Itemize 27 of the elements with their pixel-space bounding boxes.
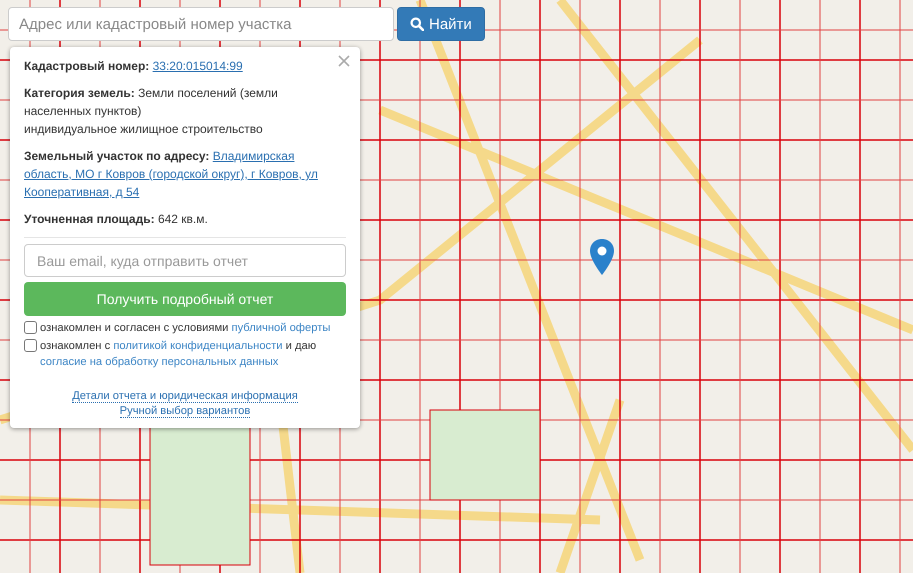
search-icon xyxy=(410,17,424,31)
search-field[interactable]: Адрес или кадастровый номер участка xyxy=(8,7,394,41)
consent-text: ознакомлен с политикой конфиденциальности и даю согласие на обработку персональных данных xyxy=(40,339,318,370)
consent-link[interactable]: политикой конфиденциальности xyxy=(113,340,283,352)
field-label: Земельный участок по адресу: xyxy=(24,149,210,163)
field-label: Уточненная площадь: xyxy=(24,212,155,226)
footer-link[interactable]: Детали отчета и юридическая информация xyxy=(72,390,298,403)
close-icon[interactable] xyxy=(338,55,350,67)
footer-link[interactable]: Ручной выбор вариантов xyxy=(120,405,250,418)
consent-checkbox[interactable] xyxy=(24,321,37,334)
map-marker-icon[interactable] xyxy=(590,239,614,275)
field-link[interactable]: область, МО г Ковров (городской округ), г Ковров, ул xyxy=(24,167,318,181)
field-label: Кадастровый номер: xyxy=(24,59,150,73)
field-value: Земли поселений (земли xyxy=(138,86,278,100)
field-label: Категория земель: xyxy=(24,86,135,100)
consent-link[interactable]: публичной оферты xyxy=(232,322,330,334)
search-button[interactable]: Найти xyxy=(397,7,485,41)
consent-text: ознакомлен и согласен с условиями публичной оферты xyxy=(40,321,330,336)
field-link[interactable]: Кооперативная, д 54 xyxy=(24,185,140,199)
field-value: 642 кв.м. xyxy=(158,212,208,226)
field-link[interactable]: Владимирская xyxy=(212,149,294,163)
consent-link[interactable]: согласие на обработку персональных данных xyxy=(40,356,278,368)
field-value: индивидуальное жилищное строительство xyxy=(24,122,263,136)
field-value: населенных пунктов) xyxy=(24,104,142,118)
consent-checkbox[interactable] xyxy=(24,339,37,352)
email-field[interactable]: Ваш email, куда отправить отчет xyxy=(24,244,346,277)
field-link[interactable]: 33:20:015014:99 xyxy=(152,59,243,73)
